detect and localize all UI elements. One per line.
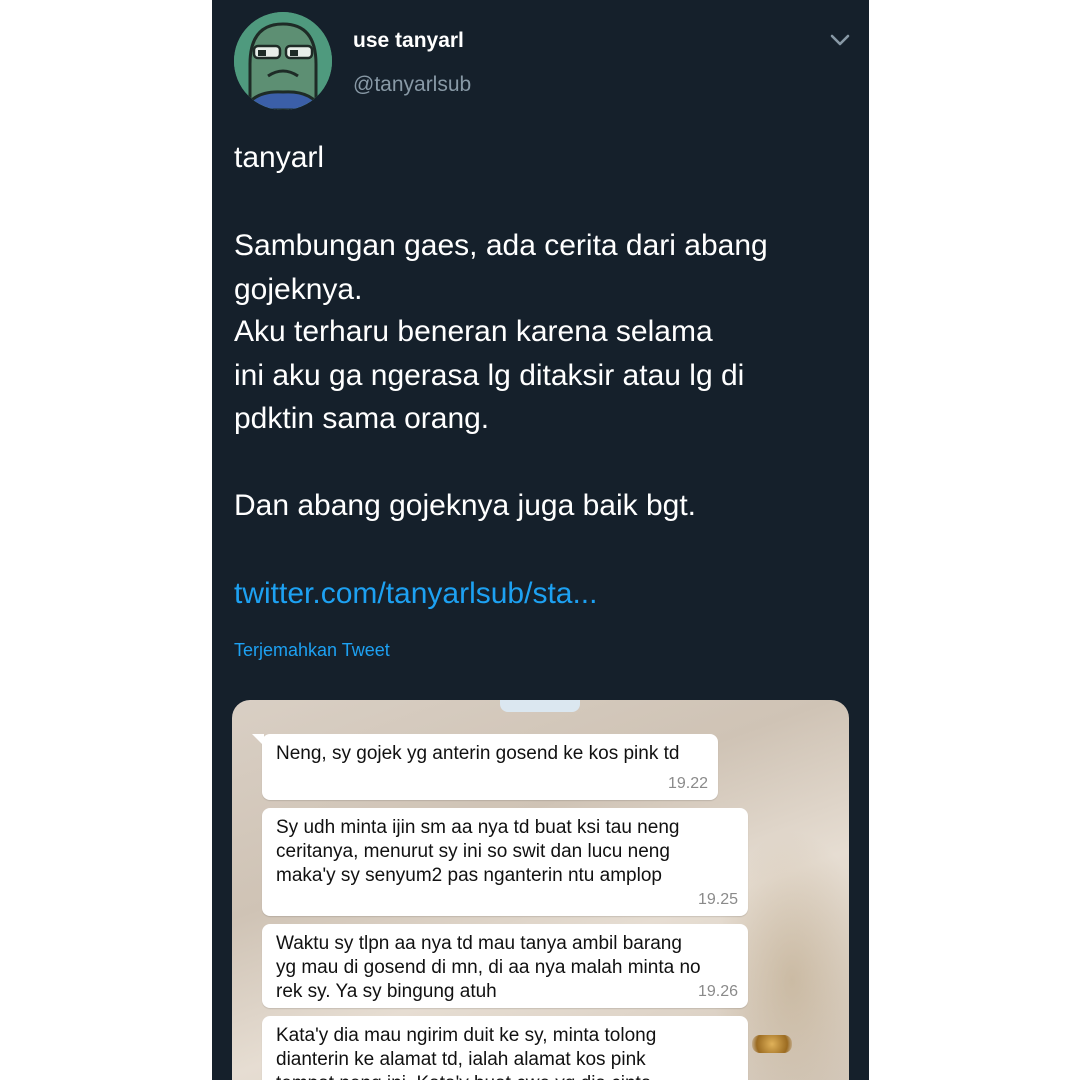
chat-bubble: Waktu sy tlpn aa nya td mau tanya ambil … — [262, 924, 748, 1008]
chat-line: yg mau di gosend di mn, di aa nya malah … — [276, 957, 701, 978]
tweet-media-image[interactable]: Neng, sy gojek yg anterin gosend ke kos … — [232, 700, 849, 1080]
tweet-text-line: tanyarl — [234, 141, 325, 174]
chat-line: rek sy. Ya sy bingung atuh — [276, 981, 497, 1002]
translate-tweet-link[interactable]: Terjemahkan Tweet — [234, 638, 390, 662]
chat-line: Kata'y dia mau ngirim duit ke sy, minta … — [276, 1025, 657, 1046]
frog-avatar-icon[interactable] — [234, 12, 332, 110]
chat-line: dianterin ke alamat td, ialah alamat kos… — [276, 1049, 646, 1070]
tweet-text-line: Dan abang gojeknya juga baik bgt. — [234, 489, 697, 522]
chat-time: 19.26 — [697, 983, 738, 1000]
tweet-text-line: ini aku ga ngerasa lg ditaksir atau lg d… — [234, 359, 745, 392]
tweet-text-line: pdktin sama orang. — [234, 402, 490, 435]
chat-line: tempat neng ini. Kata'y buat cwe yg dia … — [276, 1072, 736, 1080]
chat-bubble: Kata'y dia mau ngirim duit ke sy, minta … — [262, 1016, 748, 1080]
tweet-text-line: Aku terharu beneran karena selama — [234, 315, 713, 348]
chat-bubble: Neng, sy gojek yg anterin gosend ke kos … — [252, 734, 718, 800]
chat-line: maka'y sy senyum2 pas nganterin ntu ampl… — [276, 865, 662, 886]
chat-time: 19.22 — [667, 775, 708, 792]
media-tab — [500, 700, 580, 712]
tweet-text-line: Sambungan gaes, ada cerita dari abang — [234, 229, 768, 262]
tweet-text-line: gojeknya. — [234, 273, 363, 306]
tweet-screen: use tanyarl @tanyarlsub tanyarl Sambunga… — [212, 0, 869, 1080]
chat-line: ceritanya, menurut sy ini so swit dan lu… — [276, 841, 670, 862]
chat-time: 19.25 — [697, 891, 738, 908]
display-name[interactable]: use tanyarl — [353, 29, 464, 53]
user-handle[interactable]: @tanyarlsub — [353, 73, 471, 97]
chevron-down-icon[interactable] — [826, 26, 854, 54]
chat-line: Sy udh minta ijin sm aa nya td buat ksi … — [276, 817, 680, 838]
tweet-link[interactable]: twitter.com/tanyarlsub/sta... — [234, 572, 597, 616]
chat-line: Neng, sy gojek yg anterin gosend ke kos … — [276, 743, 680, 764]
chat-line: Waktu sy tlpn aa nya td mau tanya ambil … — [276, 933, 682, 954]
decorative-trinket — [752, 1035, 792, 1053]
chat-bubble: Sy udh minta ijin sm aa nya td buat ksi … — [262, 808, 748, 916]
